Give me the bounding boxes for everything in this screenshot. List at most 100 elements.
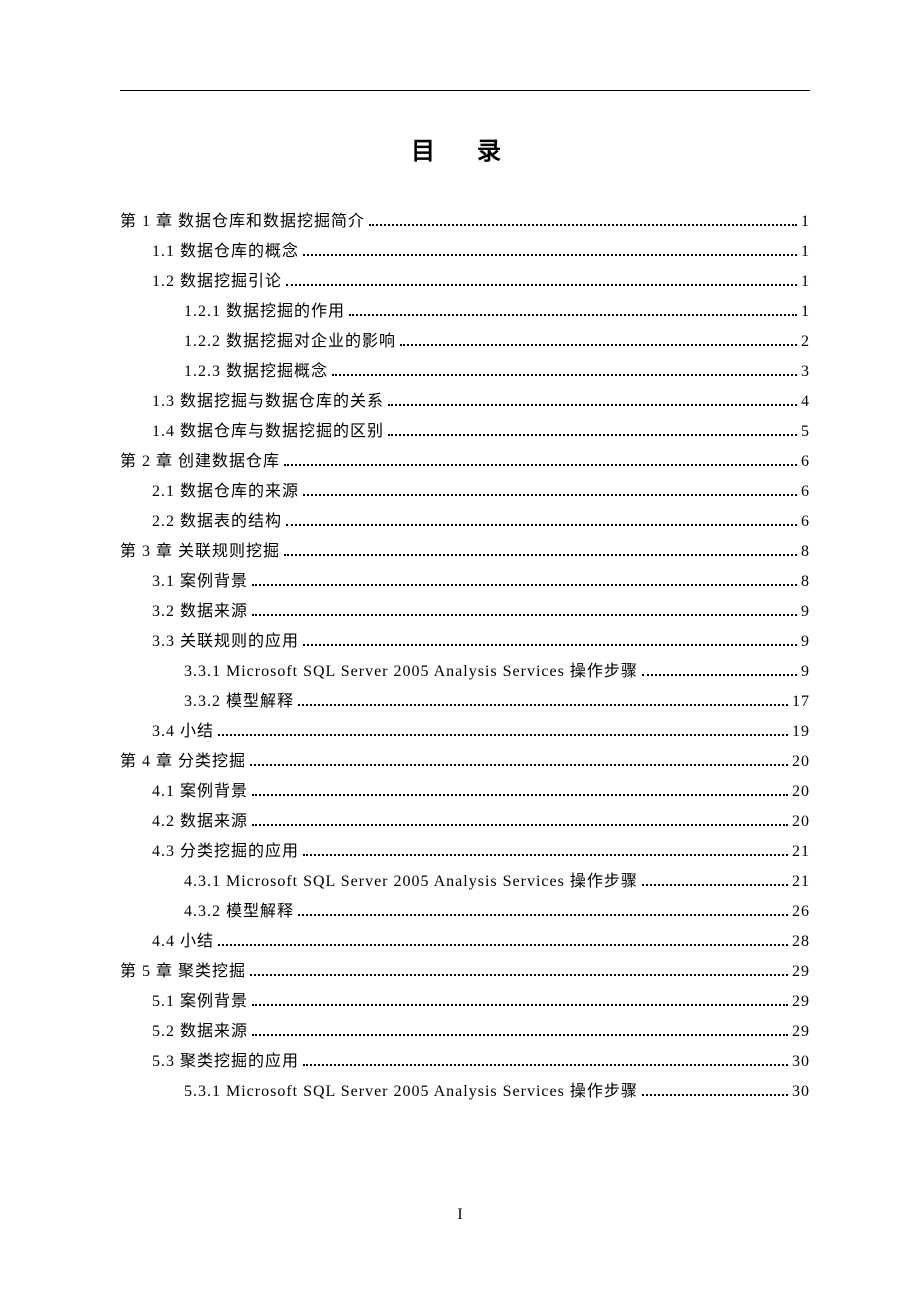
toc-leader-dots: [303, 1064, 788, 1066]
toc-entry-page: 1: [801, 214, 810, 230]
toc-entry: 3.1 案例背景8: [120, 574, 810, 590]
toc-entry-label: 1.2.2 数据挖掘对企业的影响: [184, 334, 396, 350]
toc-entry-label: 4.4 小结: [152, 934, 214, 950]
toc-entry: 5.2 数据来源29: [120, 1024, 810, 1040]
toc-entry-label: 第 4 章 分类挖掘: [120, 754, 246, 770]
toc-entry-page: 9: [801, 604, 810, 620]
toc-leader-dots: [218, 944, 788, 946]
toc-entry: 第 5 章 聚类挖掘29: [120, 964, 810, 980]
toc-entry-label: 第 5 章 聚类挖掘: [120, 964, 246, 980]
toc-leader-dots: [642, 884, 788, 886]
toc-entry: 2.1 数据仓库的来源 6: [120, 484, 810, 500]
toc-leader-dots: [388, 404, 797, 406]
toc-entry-label: 2.1 数据仓库的来源: [152, 484, 299, 500]
toc-entry-label: 2.2 数据表的结构: [152, 514, 282, 530]
toc-entry: 第 3 章 关联规则挖掘8: [120, 544, 810, 560]
toc-entry: 1.2.2 数据挖掘对企业的影响2: [120, 334, 810, 350]
toc-entry: 3.3 关联规则的应用9: [120, 634, 810, 650]
toc-entry-page: 30: [792, 1054, 810, 1070]
toc-entry-label: 5.1 案例背景: [152, 994, 248, 1010]
toc-entry: 4.3.2 模型解释 26: [120, 904, 810, 920]
toc-entry: 2.2 数据表的结构 6: [120, 514, 810, 530]
toc-entry-label: 4.1 案例背景: [152, 784, 248, 800]
toc-entry-label: 1.3 数据挖掘与数据仓库的关系: [152, 394, 384, 410]
toc-leader-dots: [369, 224, 797, 226]
toc-entry-label: 3.3.2 模型解释: [184, 694, 294, 710]
toc-entry-label: 4.3.1 Microsoft SQL Server 2005 Analysis…: [184, 874, 638, 890]
toc-leader-dots: [349, 314, 797, 316]
toc-entry-page: 29: [792, 1024, 810, 1040]
toc-entry-label: 4.3.2 模型解释: [184, 904, 294, 920]
toc-entry: 1.2 数据挖掘引论 1: [120, 274, 810, 290]
toc-entry-label: 1.4 数据仓库与数据挖掘的区别: [152, 424, 384, 440]
toc-entry-label: 1.2.1 数据挖掘的作用: [184, 304, 345, 320]
toc-entry: 第 4 章 分类挖掘 20: [120, 754, 810, 770]
toc-leader-dots: [218, 734, 788, 736]
toc-entry-page: 8: [801, 544, 810, 560]
toc-entry-label: 5.3.1 Microsoft SQL Server 2005 Analysis…: [184, 1084, 638, 1100]
toc-entry: 1.2.3 数据挖掘概念 3: [120, 364, 810, 380]
toc-entry-page: 26: [792, 904, 810, 920]
toc-leader-dots: [250, 764, 788, 766]
toc-leader-dots: [298, 704, 788, 706]
toc-leader-dots: [250, 974, 788, 976]
toc-entry-page: 6: [801, 454, 810, 470]
toc-entry: 4.3.1 Microsoft SQL Server 2005 Analysis…: [120, 874, 810, 890]
toc-entry-page: 28: [792, 934, 810, 950]
toc-entry-label: 第 1 章 数据仓库和数据挖掘简介: [120, 214, 365, 230]
toc-entry-label: 3.2 数据来源: [152, 604, 248, 620]
toc-leader-dots: [286, 524, 797, 526]
toc-entry-page: 20: [792, 784, 810, 800]
toc-entry-page: 4: [801, 394, 810, 410]
toc-entry-page: 29: [792, 994, 810, 1010]
toc-entry: 3.3.1 Microsoft SQL Server 2005 Analysis…: [120, 664, 810, 680]
toc-entry-label: 3.3.1 Microsoft SQL Server 2005 Analysis…: [184, 664, 638, 680]
toc-entry-label: 1.2 数据挖掘引论: [152, 274, 282, 290]
toc-entry: 4.3 分类挖掘的应用21: [120, 844, 810, 860]
toc-entry-page: 6: [801, 484, 810, 500]
toc-entry: 第 2 章 创建数据仓库6: [120, 454, 810, 470]
toc-entry-page: 6: [801, 514, 810, 530]
toc-leader-dots: [642, 674, 797, 676]
toc-leader-dots: [284, 554, 797, 556]
toc-entry-label: 1.1 数据仓库的概念: [152, 244, 299, 260]
toc-entry-page: 1: [801, 304, 810, 320]
toc-entry-page: 20: [792, 754, 810, 770]
toc-entry: 4.1 案例背景 20: [120, 784, 810, 800]
toc-leader-dots: [388, 434, 797, 436]
toc-entry-page: 30: [792, 1084, 810, 1100]
toc-entry-page: 1: [801, 274, 810, 290]
toc-entry-page: 3: [801, 364, 810, 380]
toc-leader-dots: [400, 344, 797, 346]
toc-entry-page: 21: [792, 844, 810, 860]
toc-leader-dots: [252, 794, 788, 796]
toc-entry-label: 3.4 小结: [152, 724, 214, 740]
toc-entry: 3.4 小结 19: [120, 724, 810, 740]
toc-leader-dots: [252, 614, 797, 616]
toc-entry-page: 19: [792, 724, 810, 740]
toc-entry: 4.2 数据来源20: [120, 814, 810, 830]
toc-leader-dots: [286, 284, 797, 286]
page-number: I: [0, 1206, 920, 1224]
toc-entry-page: 5: [801, 424, 810, 440]
toc-entry: 5.1 案例背景 29: [120, 994, 810, 1010]
toc-entry-label: 4.2 数据来源: [152, 814, 248, 830]
toc-entry: 5.3 聚类挖掘的应用30: [120, 1054, 810, 1070]
toc-entry: 1.3 数据挖掘与数据仓库的关系 4: [120, 394, 810, 410]
top-rule: [120, 90, 810, 91]
toc-leader-dots: [252, 1034, 788, 1036]
toc-entry: 1.2.1 数据挖掘的作用 1: [120, 304, 810, 320]
toc-entry-page: 21: [792, 874, 810, 890]
toc-leader-dots: [298, 914, 788, 916]
toc-entry-page: 8: [801, 574, 810, 590]
page-content: 目 录 第 1 章 数据仓库和数据挖掘简介11.1 数据仓库的概念11.2 数据…: [0, 0, 920, 1100]
toc-entry: 1.4 数据仓库与数据挖掘的区别 5: [120, 424, 810, 440]
toc-entry-label: 1.2.3 数据挖掘概念: [184, 364, 328, 380]
toc-leader-dots: [284, 464, 797, 466]
toc-entry-page: 9: [801, 634, 810, 650]
toc-entry-page: 1: [801, 244, 810, 260]
toc-leader-dots: [332, 374, 797, 376]
toc-leader-dots: [303, 254, 797, 256]
toc-entry: 第 1 章 数据仓库和数据挖掘简介 1: [120, 214, 810, 230]
toc-leader-dots: [642, 1094, 788, 1096]
